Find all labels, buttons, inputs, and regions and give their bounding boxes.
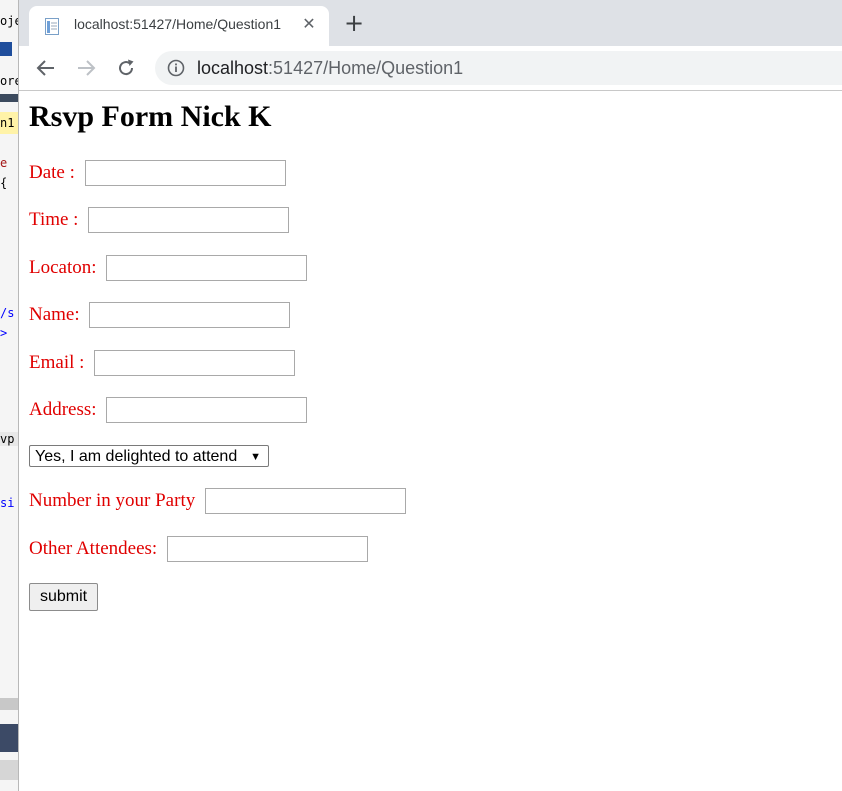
name-input[interactable] [89, 302, 291, 328]
email-label: Email : [29, 352, 90, 373]
ide-code-fragment: si [0, 496, 15, 510]
date-input[interactable] [84, 160, 286, 186]
page-title: Rsvp Form Nick K [29, 100, 272, 133]
reload-button[interactable] [112, 54, 140, 82]
url-text[interactable]: localhost:51427/Home/Question1 [197, 58, 463, 79]
other-attendees-row: Other Attendees: [29, 535, 368, 563]
tab-title: localhost:51427/Home/Question1 [74, 16, 282, 32]
address-label: Address: [29, 399, 102, 420]
name-row: Name: [29, 301, 291, 329]
browser-window: localhost:51427/Home/Question1 ✕ + local… [18, 0, 842, 791]
email-row: Email : [29, 349, 296, 377]
page-content: Rsvp Form Nick K Date : Time : Locaton: … [29, 91, 839, 791]
chevron-down-icon: ▼ [250, 451, 261, 463]
ide-toolbar-divider [0, 94, 18, 102]
location-label: Locaton: [29, 257, 102, 278]
other-attendees-label: Other Attendees: [29, 538, 162, 559]
ide-code-fragment: vp [0, 432, 18, 446]
address-row: Address: [29, 396, 308, 424]
ide-panel-header [0, 724, 18, 752]
date-label: Date : [29, 162, 80, 183]
url-path: :51427/Home/Question1 [268, 58, 464, 78]
address-bar[interactable]: localhost:51427/Home/Question1 [155, 51, 842, 85]
browser-tab[interactable]: localhost:51427/Home/Question1 ✕ [29, 6, 329, 46]
address-input[interactable] [106, 397, 308, 423]
ide-background-strip: oje ore n1 e { /s > vp si [0, 0, 18, 791]
page-icon [45, 18, 59, 35]
ide-code-fragment: /s [0, 306, 15, 320]
back-button[interactable] [32, 54, 60, 82]
party-input[interactable] [204, 488, 406, 514]
email-input[interactable] [94, 350, 296, 376]
attend-select-value: Yes, I am delighted to attend [35, 448, 238, 465]
ide-fragment: oje [0, 14, 18, 28]
location-row: Locaton: [29, 254, 308, 282]
info-icon[interactable] [167, 59, 185, 77]
ide-panel-footer [0, 760, 18, 780]
tab-strip: localhost:51427/Home/Question1 ✕ + [19, 0, 842, 46]
ide-code-fragment: e [0, 156, 8, 170]
tab-close-icon[interactable]: ✕ [299, 14, 319, 34]
party-label: Number in your Party [29, 490, 200, 511]
back-arrow-icon [36, 60, 54, 76]
date-row: Date : [29, 159, 286, 187]
url-host: localhost [197, 58, 269, 78]
ide-scrollbar [0, 698, 18, 710]
other-attendees-input[interactable] [166, 536, 368, 562]
browser-toolbar: localhost:51427/Home/Question1 [19, 46, 842, 91]
ide-code-fragment: { [0, 176, 8, 190]
time-row: Time : [29, 206, 290, 234]
new-tab-icon[interactable]: + [342, 11, 366, 35]
attend-select[interactable]: Yes, I am delighted to attend ▼ [29, 445, 269, 467]
submit-button[interactable]: submit [29, 583, 98, 611]
ide-tab-fragment: n1 [0, 112, 18, 134]
time-input[interactable] [88, 207, 290, 233]
reload-icon [119, 59, 134, 76]
time-label: Time : [29, 209, 84, 230]
forward-button[interactable] [72, 54, 100, 82]
party-row: Number in your Party [29, 487, 406, 515]
ide-code-fragment: > [0, 326, 8, 340]
location-input[interactable] [106, 255, 308, 281]
name-label: Name: [29, 304, 85, 325]
ide-fragment: ore [0, 74, 18, 88]
forward-arrow-icon [78, 60, 96, 76]
save-icon [0, 42, 12, 56]
